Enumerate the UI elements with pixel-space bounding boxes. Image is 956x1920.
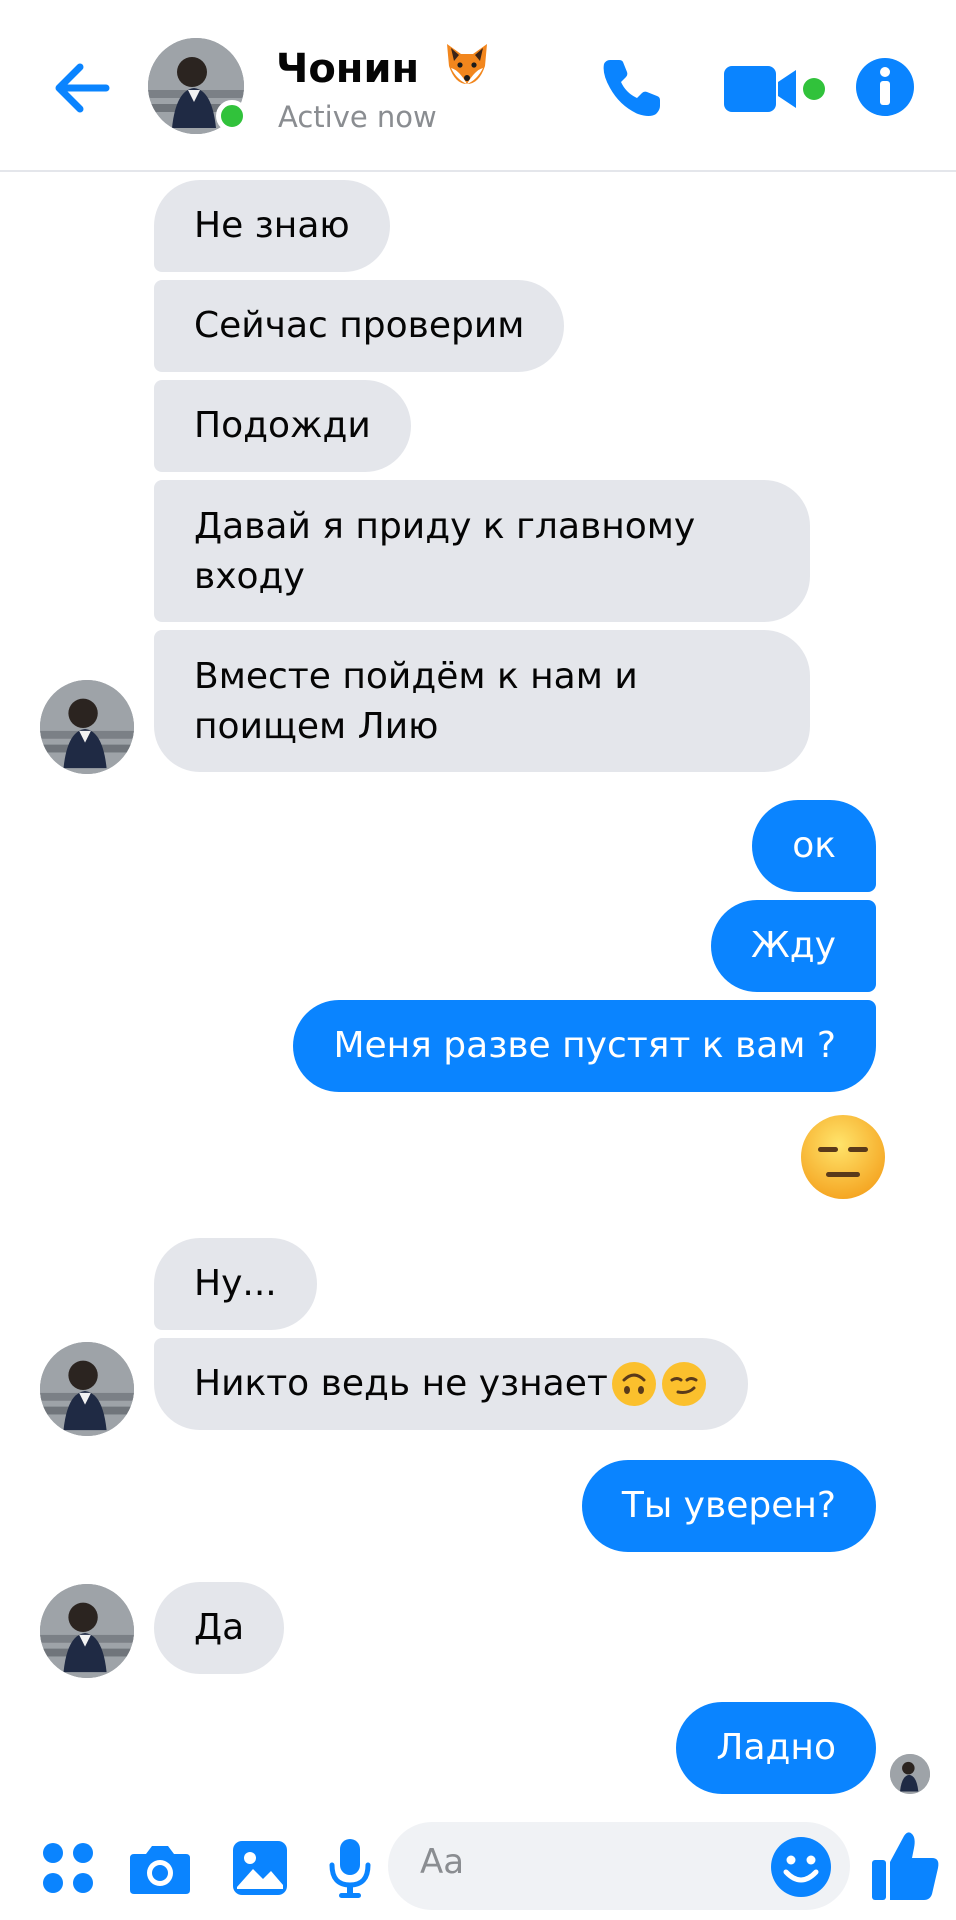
message-bubble[interactable]: Не знаю	[154, 180, 390, 272]
active-status-text: Active now	[278, 100, 437, 134]
smirking-face-emoji-icon	[660, 1360, 708, 1408]
message-bubble[interactable]: Подожди	[154, 380, 411, 472]
contact-avatar[interactable]	[148, 38, 248, 134]
gallery-image-icon[interactable]	[228, 1836, 292, 1900]
message-bubble[interactable]: Да	[154, 1582, 285, 1674]
message-bubble[interactable]: Ну...	[154, 1238, 317, 1330]
phone-call-icon[interactable]	[596, 52, 668, 124]
video-call-icon[interactable]	[722, 60, 830, 120]
expressionless-face-emoji[interactable]	[798, 1112, 888, 1202]
contact-name[interactable]: Чонин	[276, 40, 491, 98]
sender-avatar[interactable]	[40, 1342, 134, 1436]
online-status-dot	[216, 100, 248, 132]
microphone-icon[interactable]	[318, 1836, 382, 1900]
message-bubble[interactable]: Меня разве пустят к вам ?	[293, 1000, 876, 1092]
fox-emoji-icon	[443, 40, 491, 98]
message-bubble[interactable]: Ты уверен?	[581, 1460, 876, 1552]
chat-header: Чонин Active now	[0, 0, 956, 172]
emoji-smiley-icon[interactable]	[770, 1836, 832, 1898]
message-bubble[interactable]: Ладно	[676, 1702, 876, 1794]
message-bubble[interactable]: Сейчас проверим	[154, 280, 565, 372]
message-composer: Aa	[0, 1808, 956, 1920]
camera-icon[interactable]	[128, 1836, 192, 1900]
message-bubble[interactable]: Вместе пойдём к нам и поищем Лию	[154, 630, 810, 772]
message-input[interactable]: Aa	[388, 1822, 850, 1910]
sender-avatar[interactable]	[40, 680, 134, 774]
input-placeholder: Aa	[420, 1842, 465, 1882]
menu-dots-icon[interactable]	[36, 1836, 100, 1900]
message-bubble[interactable]: Жду	[711, 900, 876, 992]
back-arrow-icon[interactable]	[44, 50, 120, 126]
seen-receipt-avatar	[890, 1754, 930, 1794]
info-icon[interactable]	[854, 56, 916, 118]
upside-down-face-emoji-icon	[610, 1360, 658, 1408]
thumbs-up-icon[interactable]	[870, 1828, 942, 1904]
message-bubble[interactable]: Давай я приду к главному входу	[154, 480, 810, 622]
message-bubble[interactable]: Никто ведь не узнает	[154, 1338, 748, 1430]
sender-avatar[interactable]	[40, 1584, 134, 1678]
message-bubble[interactable]: ок	[752, 800, 876, 892]
